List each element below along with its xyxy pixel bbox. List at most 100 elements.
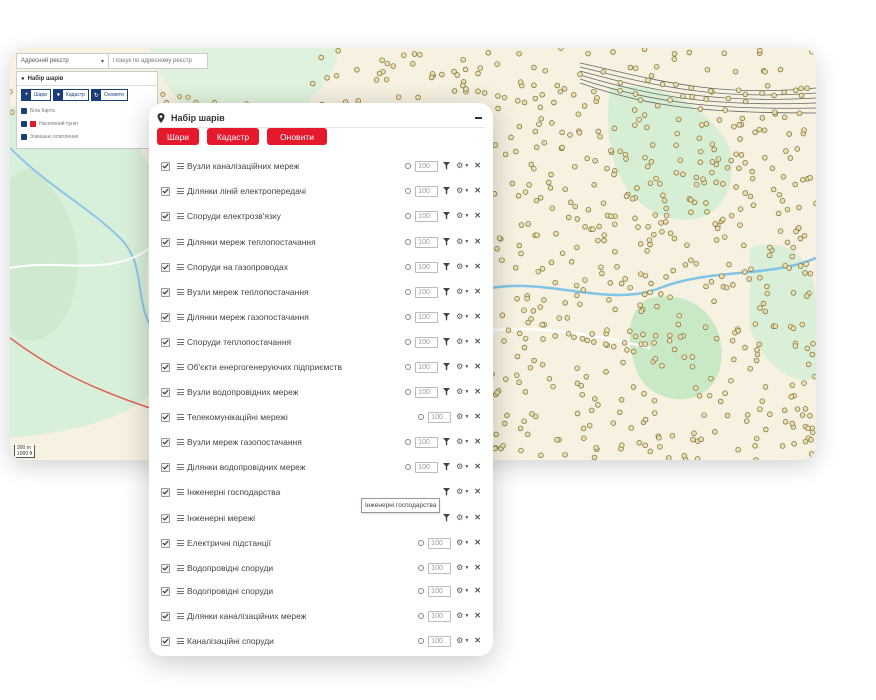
refresh-button[interactable]: Оновити xyxy=(267,128,327,145)
layer-row[interactable]: Ділянки водопровідних мереж 100 ⚙ ▼ ✕ xyxy=(161,460,481,474)
layer-checkbox[interactable] xyxy=(161,513,170,523)
layer-checkbox[interactable] xyxy=(161,462,170,472)
caret-down-icon[interactable]: ▼ xyxy=(464,515,469,521)
layer-radio[interactable] xyxy=(405,163,412,169)
gear-icon[interactable]: ⚙ xyxy=(456,413,463,421)
layer-row[interactable]: Ділянки мереж теплопостачання 100 ⚙ ▼ ✕ xyxy=(161,235,481,249)
remove-layer-icon[interactable]: ✕ xyxy=(474,637,481,645)
layer-radio[interactable] xyxy=(405,314,412,320)
opacity-input[interactable]: 100 xyxy=(428,562,452,574)
drag-handle-icon[interactable] xyxy=(177,413,184,422)
layer-checkbox[interactable] xyxy=(161,337,170,347)
layer-checkbox[interactable] xyxy=(161,636,170,646)
opacity-input[interactable]: 100 xyxy=(415,160,439,172)
layers-button[interactable]: Шари xyxy=(157,128,199,145)
opacity-input[interactable]: 100 xyxy=(415,461,439,473)
drag-handle-icon[interactable] xyxy=(177,288,184,297)
layer-radio[interactable] xyxy=(418,565,425,571)
filter-icon[interactable] xyxy=(443,212,451,220)
drag-handle-icon[interactable] xyxy=(177,612,184,621)
drag-handle-icon[interactable] xyxy=(177,488,184,497)
remove-layer-icon[interactable]: ✕ xyxy=(474,263,481,271)
opacity-input[interactable]: 100 xyxy=(415,261,439,273)
caret-down-icon[interactable]: ▼ xyxy=(464,588,469,594)
remove-layer-icon[interactable]: ✕ xyxy=(474,539,481,547)
caret-down-icon[interactable]: ▼ xyxy=(464,439,469,445)
remove-layer-icon[interactable]: ✕ xyxy=(474,313,481,321)
layer-radio[interactable] xyxy=(418,638,425,644)
mini-layer-row[interactable]: Зовнішнє освітлення xyxy=(17,130,157,143)
mini-checkbox[interactable] xyxy=(21,133,27,140)
layer-radio[interactable] xyxy=(405,188,412,194)
layer-row[interactable]: Інженерні господарства ⚙ ▼ ✕ xyxy=(161,485,481,499)
gear-icon[interactable]: ⚙ xyxy=(456,612,463,620)
address-search-input[interactable] xyxy=(109,57,205,65)
layer-checkbox[interactable] xyxy=(161,538,170,548)
layer-checkbox[interactable] xyxy=(161,412,170,422)
drag-handle-icon[interactable] xyxy=(177,564,184,573)
mini-checkbox[interactable] xyxy=(21,120,27,127)
mini-layers-button[interactable]: + Шари xyxy=(21,89,51,101)
filter-icon[interactable] xyxy=(443,313,451,321)
gear-icon[interactable]: ⚙ xyxy=(456,564,463,572)
opacity-input[interactable]: 100 xyxy=(415,236,439,248)
opacity-input[interactable]: 100 xyxy=(415,436,439,448)
drag-handle-icon[interactable] xyxy=(177,539,184,548)
caret-down-icon[interactable]: ▼ xyxy=(464,613,469,619)
layer-row[interactable]: Вузли каналізаційних мереж 100 ⚙ ▼ ✕ xyxy=(161,159,481,173)
gear-icon[interactable]: ⚙ xyxy=(456,488,463,496)
layer-radio[interactable] xyxy=(405,389,412,395)
gear-icon[interactable]: ⚙ xyxy=(456,187,463,195)
drag-handle-icon[interactable] xyxy=(177,637,184,646)
caret-down-icon[interactable]: ▼ xyxy=(464,314,469,320)
mini-refresh-button[interactable]: ↻ Оновити xyxy=(90,89,128,101)
gear-icon[interactable]: ⚙ xyxy=(456,263,463,271)
drag-handle-icon[interactable] xyxy=(177,438,184,447)
opacity-input[interactable]: 100 xyxy=(415,336,439,348)
mini-cadastre-button[interactable]: ● Кадастр xyxy=(52,89,89,101)
remove-layer-icon[interactable]: ✕ xyxy=(474,212,481,220)
layer-checkbox[interactable] xyxy=(161,262,170,272)
opacity-input[interactable]: 100 xyxy=(428,585,452,597)
mini-checkbox[interactable] xyxy=(21,107,27,114)
layer-radio[interactable] xyxy=(405,289,412,295)
layer-row[interactable]: Об'єкти енергогенеруючих підприємств 100 ⚙… xyxy=(161,360,481,374)
gear-icon[interactable]: ⚙ xyxy=(456,388,463,396)
remove-layer-icon[interactable]: ✕ xyxy=(474,288,481,296)
remove-layer-icon[interactable]: ✕ xyxy=(474,187,481,195)
layer-row[interactable]: Водопровідні споруди 100 ⚙ ▼ ✕ xyxy=(161,584,481,598)
caret-down-icon[interactable]: ▼ xyxy=(464,239,469,245)
layer-radio[interactable] xyxy=(418,414,425,420)
layer-checkbox[interactable] xyxy=(161,237,170,247)
layer-row[interactable]: Водопровідні споруди 100 ⚙ ▼ ✕ xyxy=(161,561,481,575)
caret-down-icon[interactable]: ▼ xyxy=(464,414,469,420)
opacity-input[interactable]: 100 xyxy=(415,210,439,222)
gear-icon[interactable]: ⚙ xyxy=(456,212,463,220)
drag-handle-icon[interactable] xyxy=(177,263,184,272)
gear-icon[interactable]: ⚙ xyxy=(456,238,463,246)
caret-down-icon[interactable]: ▼ xyxy=(464,565,469,571)
caret-down-icon[interactable]: ▼ xyxy=(464,638,469,644)
layer-row[interactable]: Вузли водопровідних мереж 100 ⚙ ▼ ✕ xyxy=(161,385,481,399)
layer-row[interactable]: Інженерні мережі ⚙ ▼ ✕ xyxy=(161,511,481,525)
layer-checkbox[interactable] xyxy=(161,362,170,372)
minimize-icon[interactable] xyxy=(475,117,482,119)
layer-row[interactable]: Телекомунікаційні мережі 100 ⚙ ▼ ✕ xyxy=(161,410,481,424)
gear-icon[interactable]: ⚙ xyxy=(456,363,463,371)
remove-layer-icon[interactable]: ✕ xyxy=(474,488,481,496)
remove-layer-icon[interactable]: ✕ xyxy=(474,438,481,446)
filter-icon[interactable] xyxy=(443,162,451,170)
gear-icon[interactable]: ⚙ xyxy=(456,587,463,595)
filter-icon[interactable] xyxy=(443,263,451,271)
opacity-input[interactable]: 100 xyxy=(428,411,452,423)
filter-icon[interactable] xyxy=(443,438,451,446)
opacity-input[interactable]: 100 xyxy=(415,185,439,197)
remove-layer-icon[interactable]: ✕ xyxy=(474,564,481,572)
caret-down-icon[interactable]: ▼ xyxy=(464,213,469,219)
caret-down-icon[interactable]: ▼ xyxy=(464,264,469,270)
layer-row[interactable]: Вузли мереж газопостачання 100 ⚙ ▼ ✕ xyxy=(161,435,481,449)
layer-row[interactable]: Споруди електрозв'язку 100 ⚙ ▼ ✕ xyxy=(161,209,481,223)
drag-handle-icon[interactable] xyxy=(177,238,184,247)
layer-checkbox[interactable] xyxy=(161,312,170,322)
remove-layer-icon[interactable]: ✕ xyxy=(474,612,481,620)
